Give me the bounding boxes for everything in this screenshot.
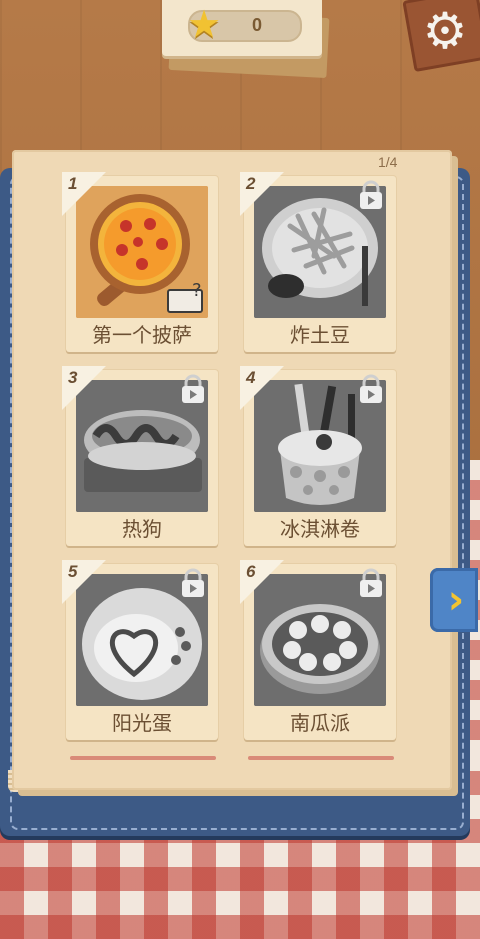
lock-icon (356, 568, 386, 598)
recipe-card-1[interactable]: ? 1 第一个披萨 (62, 172, 218, 352)
recipe-card-4[interactable]: 4 冰淇淋卷 (240, 366, 396, 546)
svg-text:?: ? (192, 280, 202, 301)
recipe-label: 炸土豆 (290, 323, 350, 347)
recipe-number: 5 (68, 562, 78, 581)
page-underline-left (70, 756, 216, 760)
recipe-label: 热狗 (122, 517, 162, 541)
recipe-card-3[interactable]: 3 热狗 (62, 366, 218, 546)
recipe-number: 1 (68, 174, 78, 193)
recipe-card-5[interactable]: 5 阳光蛋 (62, 560, 218, 740)
recipe-label: 冰淇淋卷 (280, 517, 360, 541)
chevron-right-icon[interactable]: › (436, 572, 476, 628)
lock-icon (356, 374, 386, 404)
recipe-label: 南瓜派 (290, 711, 350, 735)
star-icon: ★ (186, 2, 222, 46)
recipe-label: 阳光蛋 (112, 711, 172, 735)
star-count: 0 (251, 15, 262, 35)
recipe-card-6[interactable]: 6 南瓜派 (240, 560, 396, 740)
recipe-number: 2 (246, 174, 256, 193)
recipe-number: 6 (246, 562, 256, 581)
lock-icon (178, 568, 208, 598)
page-indicator: 1/4 (378, 154, 398, 170)
recipe-number: 4 (246, 368, 256, 387)
lock-icon (356, 180, 386, 210)
lock-icon (178, 374, 208, 404)
gear-icon[interactable]: ⚙ (418, 4, 472, 58)
recipe-number: 3 (68, 368, 78, 387)
recipe-card-2[interactable]: 2 炸土豆 (240, 172, 396, 352)
recipe-label: 第一个披萨 (92, 323, 192, 347)
page-underline-right (248, 756, 394, 760)
